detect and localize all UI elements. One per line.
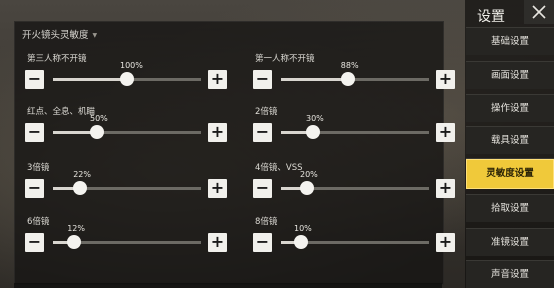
slider-handle[interactable] — [306, 125, 320, 139]
slider-6x-scope: 6倍镜 − 12% + — [25, 215, 227, 255]
decrease-button[interactable]: − — [25, 179, 44, 198]
slider-value: 100% — [120, 61, 143, 70]
menu-item-controls[interactable]: 操作设置 — [466, 94, 554, 122]
increase-button[interactable]: + — [436, 179, 455, 198]
increase-button[interactable]: + — [436, 233, 455, 252]
slider-label: 3倍镜 — [27, 163, 50, 173]
menu-item-graphics[interactable]: 画面设置 — [466, 61, 554, 89]
slider-value: 88% — [340, 61, 359, 70]
slider-first-person-no-scope: 第一人称不开镜 − 88% + — [253, 52, 455, 92]
increase-button[interactable]: + — [208, 70, 227, 89]
slider-value: 20% — [300, 170, 318, 179]
slider-red-dot-holo-iron: 红点、全息、机瞄 − 50% + — [25, 105, 227, 145]
increase-button[interactable]: + — [208, 179, 227, 198]
slider-8x-scope: 8倍镜 − 10% + — [253, 215, 455, 255]
slider-label: 4倍镜、VSS — [255, 163, 303, 173]
slider-third-person-no-scope: 第三人称不开镜 − 100% + — [25, 52, 227, 92]
increase-button[interactable]: + — [208, 123, 227, 142]
close-button[interactable] — [524, 0, 554, 24]
increase-button[interactable]: + — [208, 233, 227, 252]
slider-track[interactable]: 12% — [53, 224, 201, 249]
menu-item-basic[interactable]: 基础设置 — [466, 27, 554, 55]
slider-track[interactable]: 20% — [281, 170, 429, 195]
slider-handle[interactable] — [73, 181, 88, 195]
close-icon — [532, 5, 546, 19]
slider-value: 10% — [294, 224, 312, 233]
slider-handle[interactable] — [294, 235, 308, 249]
slider-handle[interactable] — [300, 181, 314, 195]
slider-label: 8倍镜 — [255, 217, 278, 227]
menu-item-crosshair[interactable]: 准镜设置 — [466, 228, 554, 256]
slider-label: 第一人称不开镜 — [255, 54, 315, 64]
menu-item-vehicle[interactable]: 载具设置 — [466, 126, 554, 154]
decrease-button[interactable]: − — [253, 123, 272, 142]
increase-button[interactable]: + — [436, 70, 455, 89]
decrease-button[interactable]: − — [25, 233, 44, 252]
decrease-button[interactable]: − — [25, 123, 44, 142]
menu-item-sensitivity[interactable]: 灵敏度设置 — [466, 158, 554, 189]
panel-bottom-edge — [14, 283, 442, 288]
slider-label: 第三人称不开镜 — [27, 54, 87, 64]
slider-track[interactable]: 100% — [53, 61, 201, 86]
increase-button[interactable]: + — [436, 123, 455, 142]
slider-handle[interactable] — [340, 72, 355, 86]
slider-track[interactable]: 88% — [281, 61, 429, 86]
slider-handle[interactable] — [67, 235, 82, 249]
slider-handle[interactable] — [90, 125, 104, 139]
slider-track[interactable]: 22% — [53, 170, 201, 195]
slider-track[interactable]: 10% — [281, 224, 429, 249]
decrease-button[interactable]: − — [25, 70, 44, 89]
decrease-button[interactable]: − — [253, 179, 272, 198]
panel-title-text: 开火镜头灵敏度 — [22, 30, 89, 41]
slider-label: 红点、全息、机瞄 — [27, 107, 96, 117]
settings-title: 设置 — [477, 9, 505, 25]
panel-title: 开火镜头灵敏度 ▼ — [22, 27, 97, 41]
dropdown-arrow-icon: ▼ — [92, 32, 98, 39]
slider-track[interactable]: 30% — [281, 114, 429, 139]
slider-track[interactable]: 50% — [53, 114, 201, 139]
slider-value: 22% — [73, 170, 91, 179]
slider-value: 50% — [90, 114, 108, 123]
slider-fill — [281, 78, 348, 81]
slider-4x-vss: 4倍镜、VSS − 20% + — [253, 161, 455, 201]
decrease-button[interactable]: − — [253, 233, 272, 252]
decrease-button[interactable]: − — [253, 70, 272, 89]
slider-3x-scope: 3倍镜 − 22% + — [25, 161, 227, 201]
slider-value: 12% — [67, 224, 85, 233]
menu-item-pickup[interactable]: 拾取设置 — [466, 194, 554, 222]
slider-label: 2倍镜 — [255, 107, 278, 117]
slider-fill — [53, 78, 127, 81]
slider-handle[interactable] — [120, 72, 134, 86]
slider-2x-scope: 2倍镜 − 30% + — [253, 105, 455, 145]
slider-value: 30% — [306, 114, 324, 123]
slider-label: 6倍镜 — [27, 217, 50, 227]
menu-item-audio[interactable]: 声音设置 — [466, 260, 554, 288]
